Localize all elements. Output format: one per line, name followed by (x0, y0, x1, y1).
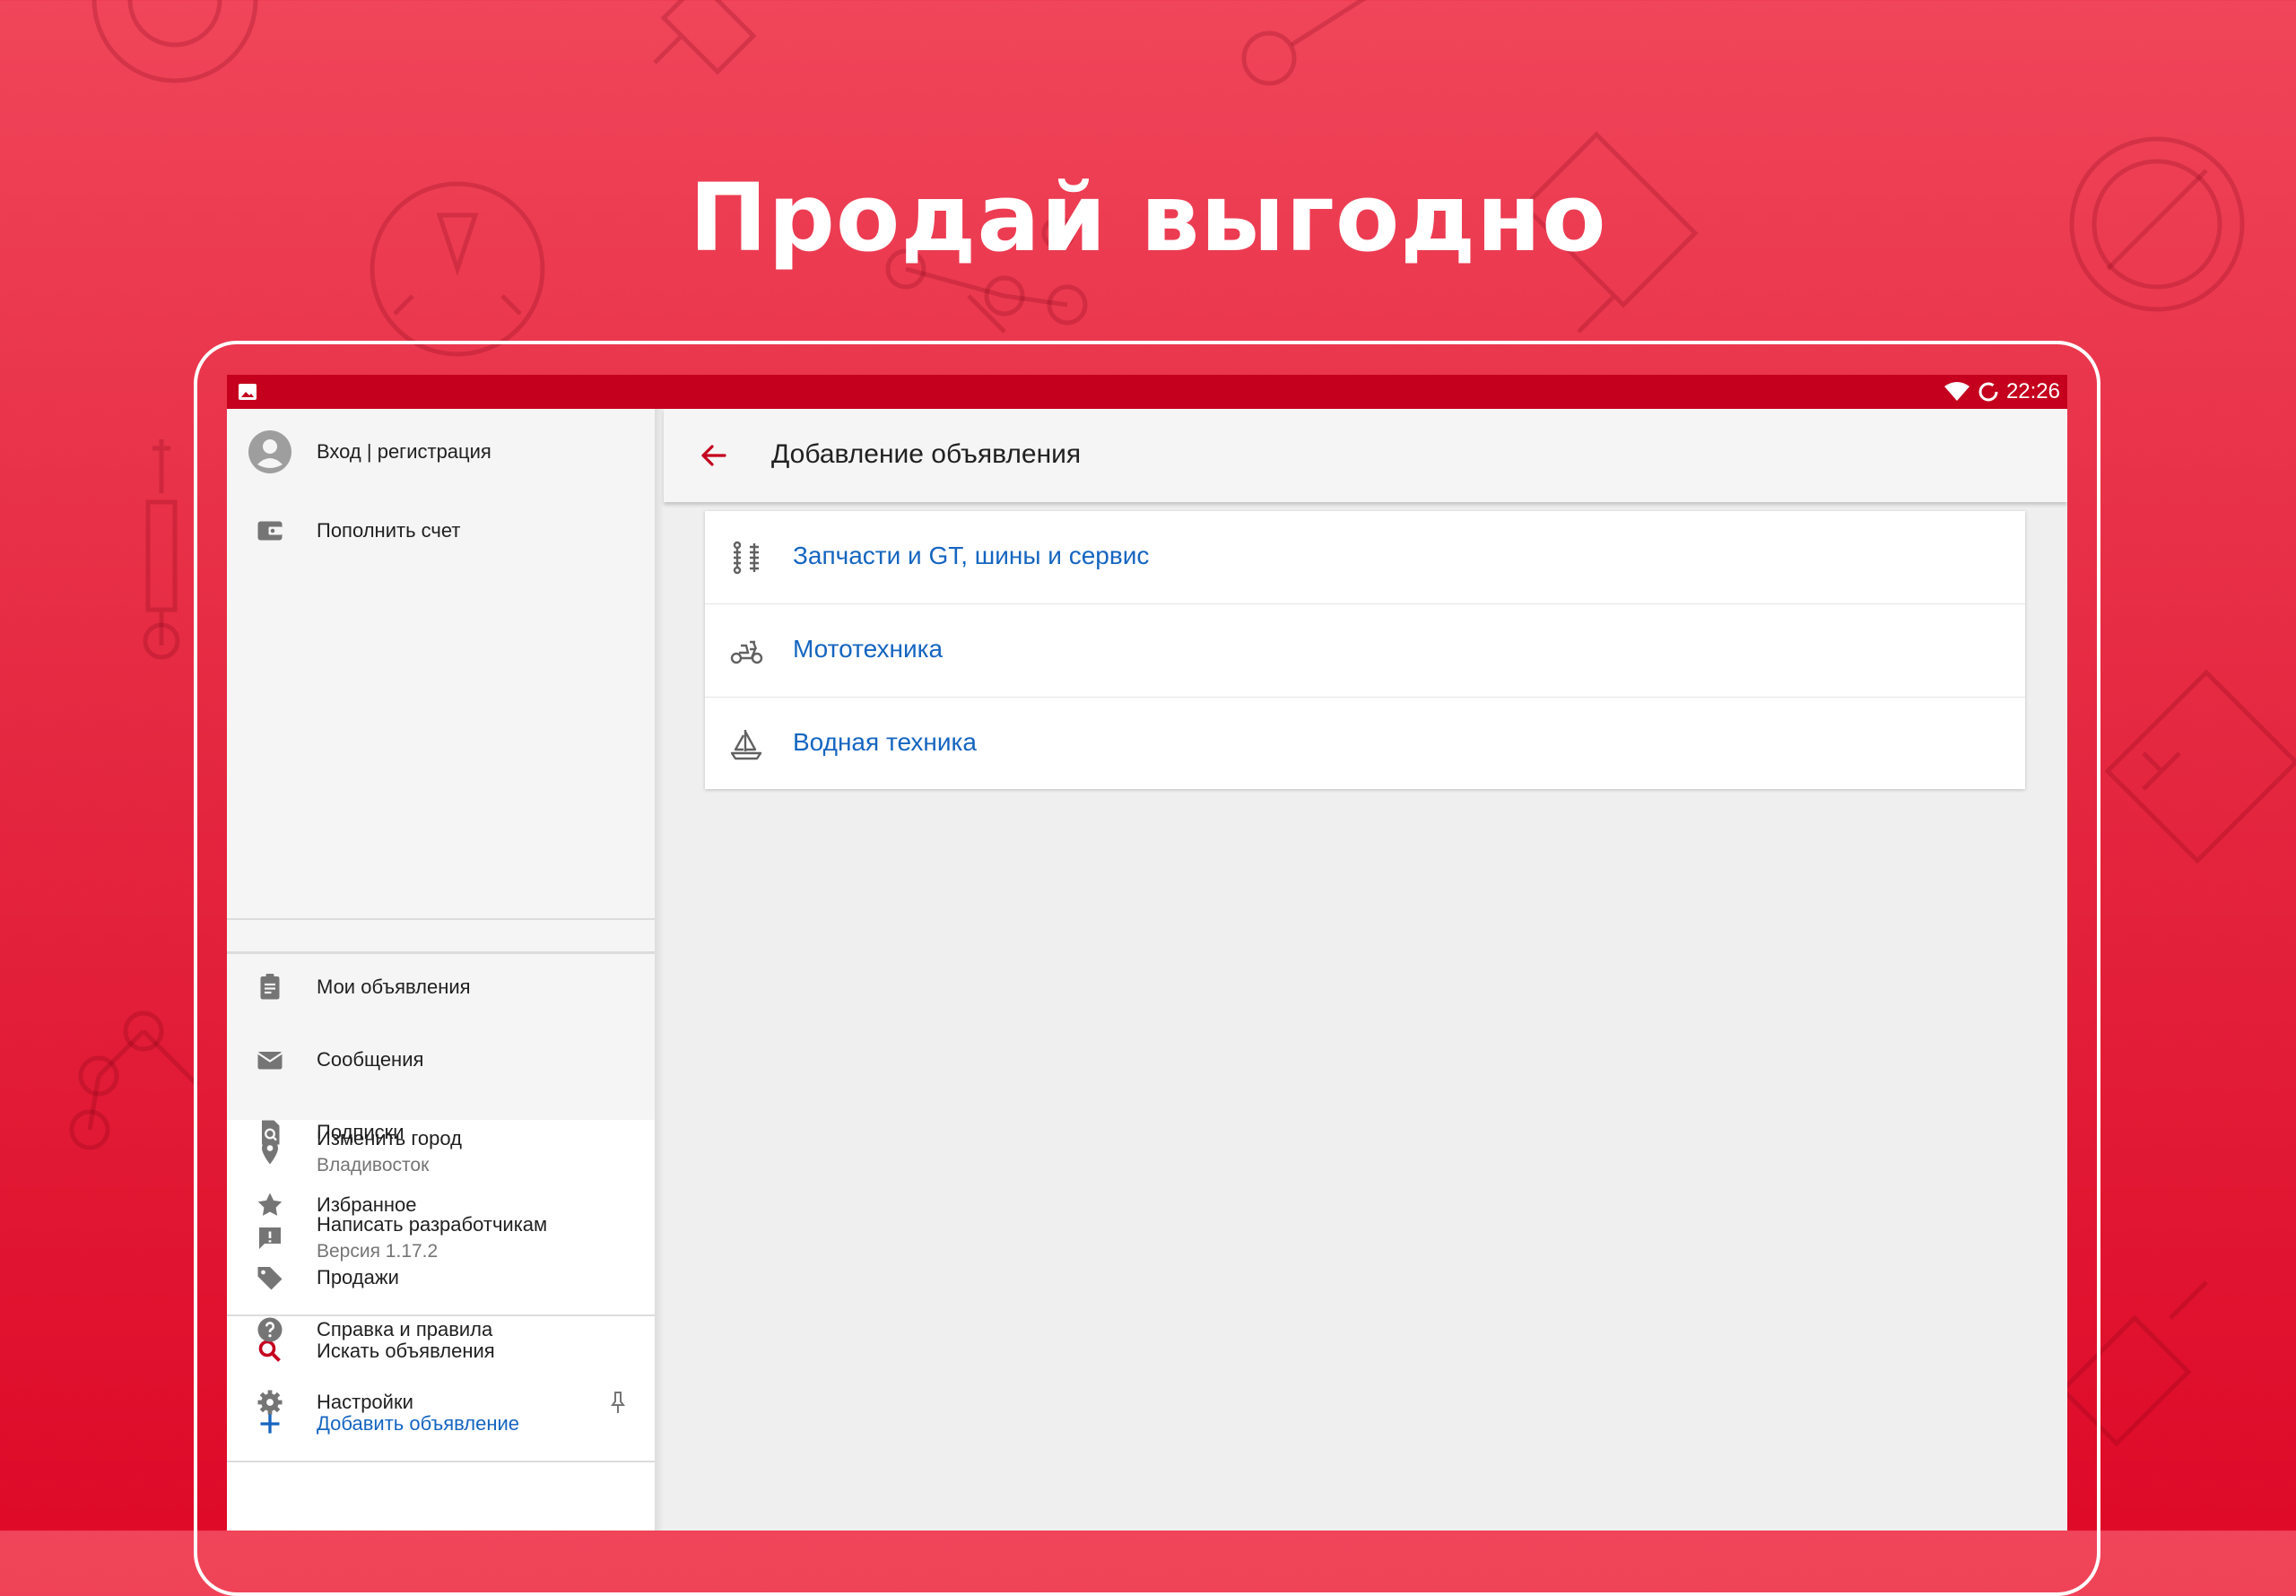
drawer-item-login[interactable]: Вход | регистрация (227, 409, 655, 495)
drawer-item-help[interactable]: Справка и правила (227, 1294, 655, 1366)
gear-icon (257, 1390, 283, 1415)
status-bar: 22:26 (227, 375, 2067, 409)
promo-headline: Продай выгодно (689, 163, 1607, 273)
sync-icon (1979, 382, 1998, 402)
category-label: Водная техника (793, 728, 977, 756)
drawer-item-city[interactable]: Изменить город Владивосток (227, 1112, 655, 1193)
category-label: Запчасти и GT, шины и сервис (793, 542, 1150, 569)
drawer-divider (227, 918, 655, 920)
drawer-top-up-label: Пополнить счет (317, 519, 461, 542)
app-toolbar: Добавление объявления (664, 409, 2067, 502)
page-title: Добавление объявления (771, 439, 1082, 469)
drawer-item-top-up[interactable]: Пополнить счет (227, 495, 655, 567)
status-time: 22:26 (2005, 379, 2060, 403)
arrow-back-icon[interactable] (696, 438, 732, 473)
drawer-item-my-ads[interactable]: Мои объявления (227, 951, 655, 1023)
feedback-text: Написать разработчикам Версия 1.17.2 (317, 1211, 547, 1265)
sailboat-icon (730, 730, 762, 760)
clipboard-icon (260, 974, 280, 1000)
account-circle-icon (248, 430, 291, 473)
wifi-icon (1944, 382, 1970, 401)
feedback-label: Написать разработчикам (317, 1213, 548, 1236)
version-label: Версия 1.17.2 (317, 1241, 439, 1262)
category-label: Мототехника (793, 635, 944, 663)
city-value: Владивосток (317, 1155, 430, 1175)
drawer-item-feedback[interactable]: Написать разработчикам Версия 1.17.2 (227, 1198, 655, 1279)
help-icon (257, 1317, 283, 1342)
drawer-divider (227, 1461, 655, 1462)
pin-icon[interactable] (607, 1390, 629, 1415)
drawer-item-label: Мои объявления (317, 976, 471, 998)
drawer-login-label: Вход | регистрация (317, 440, 491, 463)
category-item-water[interactable]: Водная техника (705, 698, 2025, 791)
shock-absorber-icon (733, 541, 759, 575)
drawer-item-settings[interactable]: Настройки (227, 1366, 655, 1438)
drawer-item-messages[interactable]: Сообщения (227, 1024, 655, 1096)
help-label: Справка и правила (317, 1318, 493, 1340)
wallet-icon (257, 521, 283, 541)
city-text: Изменить город Владивосток (317, 1125, 462, 1179)
category-item-parts[interactable]: Запчасти и GT, шины и сервис (705, 511, 2025, 604)
drawer-item-label: Сообщения (317, 1048, 424, 1071)
category-item-moto[interactable]: Мототехника (705, 604, 2025, 698)
settings-label: Настройки (317, 1391, 413, 1413)
scooter-icon (730, 640, 763, 664)
city-label: Изменить город (317, 1127, 462, 1149)
drawer-shadow (655, 409, 664, 1531)
feedback-icon (259, 1227, 281, 1249)
mail-icon (257, 1052, 283, 1070)
image-icon (239, 384, 257, 400)
location-pin-icon (262, 1140, 278, 1165)
category-list: Запчасти и GT, шины и сервис Мототехника… (705, 511, 2025, 789)
